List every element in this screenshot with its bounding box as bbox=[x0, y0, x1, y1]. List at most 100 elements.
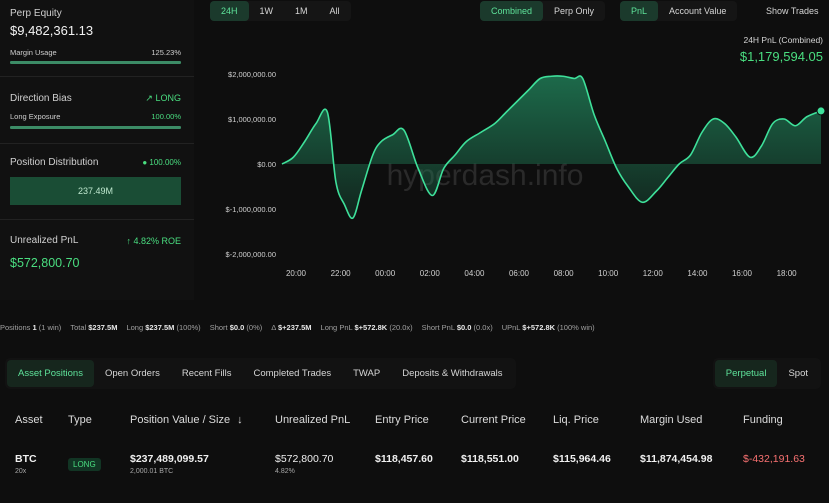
row-entry-price: $118,457.60 bbox=[375, 453, 433, 465]
tab-recent-fills[interactable]: Recent Fills bbox=[171, 360, 243, 387]
short-pct: (0%) bbox=[246, 323, 263, 332]
dot-icon: ● bbox=[142, 158, 148, 167]
col-position-value[interactable]: Position Value / Size ↓ bbox=[130, 414, 243, 426]
pnl-end-point[interactable] bbox=[816, 106, 826, 116]
short-pnl-value: $0.0 bbox=[456, 323, 472, 332]
long-pnl-x: (20.0x) bbox=[389, 323, 413, 332]
long-pct: (100%) bbox=[176, 323, 201, 332]
short-value: $0.0 bbox=[229, 323, 245, 332]
x-tick-label: 22:00 bbox=[331, 269, 352, 278]
distribution-bar: 237.49M bbox=[10, 177, 181, 205]
long-exposure-value: 100.00% bbox=[151, 112, 181, 121]
row-position-size: 2,000.01 BTC bbox=[130, 468, 174, 475]
row-asset[interactable]: BTC bbox=[15, 453, 37, 465]
col-unrealized-pnl[interactable]: Unrealized PnL bbox=[275, 414, 350, 426]
long-pnl-value: $+572.8K bbox=[354, 323, 388, 332]
y-tick-label: $1,000,000.00 bbox=[228, 115, 276, 124]
short-pnl-label: Short PnL bbox=[421, 323, 455, 332]
col-asset[interactable]: Asset bbox=[15, 414, 43, 426]
x-tick-label: 20:00 bbox=[286, 269, 307, 278]
x-tick-label: 18:00 bbox=[777, 269, 798, 278]
positions-count: 1 bbox=[32, 323, 37, 332]
long-pnl-label: Long PnL bbox=[320, 323, 353, 332]
pnl-chart-panel: 24H 1W 1M All Combined Perp Only PnL Acc… bbox=[200, 0, 829, 300]
long-exposure-bar bbox=[10, 126, 181, 129]
row-unrealized-pnl: $572,800.70 bbox=[275, 453, 334, 465]
x-tick-label: 10:00 bbox=[598, 269, 619, 278]
tab-twap[interactable]: TWAP bbox=[342, 360, 391, 387]
tab-completed-trades[interactable]: Completed Trades bbox=[243, 360, 343, 387]
row-type-badge: LONG bbox=[68, 458, 101, 471]
perp-equity: Perp Equity $9,482,361.13 bbox=[10, 8, 181, 38]
upnl-pct: (100% win) bbox=[557, 323, 595, 332]
unrealized-pnl-roe: 4.82% ROE bbox=[133, 235, 181, 246]
row-unrealized-pnl-pct: 4.82% bbox=[275, 468, 295, 475]
x-tick-label: 00:00 bbox=[375, 269, 396, 278]
perp-equity-value: $9,482,361.13 bbox=[10, 23, 94, 38]
margin-usage-value: 125.23% bbox=[151, 48, 181, 57]
tab-open-orders[interactable]: Open Orders bbox=[94, 360, 171, 387]
row-liq-price: $115,964.46 bbox=[553, 453, 611, 465]
stats-panel: Perp Equity $9,482,361.13 Margin Usage 1… bbox=[0, 0, 194, 300]
arrow-up-icon: ↑ bbox=[126, 235, 131, 246]
x-tick-label: 02:00 bbox=[420, 269, 441, 278]
unrealized-pnl-label: Unrealized PnL bbox=[10, 235, 79, 246]
col-type[interactable]: Type bbox=[68, 414, 92, 426]
x-tick-label: 14:00 bbox=[687, 269, 708, 278]
total-value: $237.5M bbox=[88, 323, 118, 332]
x-tick-label: 08:00 bbox=[554, 269, 575, 278]
position-distribution-value: 100.00% bbox=[149, 158, 181, 167]
market-tabs: Perpetual Spot bbox=[712, 358, 821, 389]
positions-summary: Positions 1 (1 win) Total $237.5M Long $… bbox=[0, 323, 829, 332]
total-label: Total bbox=[70, 323, 87, 332]
col-liq-price[interactable]: Liq. Price bbox=[553, 414, 599, 426]
long-label: Long bbox=[126, 323, 144, 332]
tab-spot[interactable]: Spot bbox=[777, 360, 819, 387]
x-tick-label: 04:00 bbox=[464, 269, 485, 278]
x-tick-label: 06:00 bbox=[509, 269, 530, 278]
y-tick-label: $2,000,000.00 bbox=[228, 70, 276, 79]
col-funding[interactable]: Funding bbox=[743, 414, 783, 426]
position-distribution: Position Distribution ● 100.00% 237.49M bbox=[10, 157, 181, 205]
row-funding: $-432,191.63 bbox=[743, 453, 805, 465]
positions-win: (1 win) bbox=[38, 323, 62, 332]
col-margin-used[interactable]: Margin Used bbox=[640, 414, 702, 426]
position-distribution-label: Position Distribution bbox=[10, 157, 99, 168]
direction-bias: Direction Bias ↗ LONG bbox=[10, 93, 181, 104]
long-exposure-label: Long Exposure bbox=[10, 112, 61, 121]
y-tick-label: $-1,000,000.00 bbox=[226, 205, 276, 214]
tab-deposits-withdrawals[interactable]: Deposits & Withdrawals bbox=[391, 360, 513, 387]
sort-down-icon: ↓ bbox=[237, 414, 243, 426]
direction-bias-value: LONG bbox=[155, 93, 181, 103]
short-label: Short bbox=[209, 323, 228, 332]
perp-equity-label: Perp Equity bbox=[10, 8, 62, 19]
x-tick-label: 12:00 bbox=[643, 269, 664, 278]
pnl-area-chart: hyperdash.info $2,000,000.00$1,000,000.0… bbox=[226, 70, 826, 278]
x-tick-label: 16:00 bbox=[732, 269, 753, 278]
row-current-price: $118,551.00 bbox=[461, 453, 519, 465]
delta-icon: Δ bbox=[271, 323, 276, 332]
col-entry-price[interactable]: Entry Price bbox=[375, 414, 429, 426]
delta-value: $+237.5M bbox=[277, 323, 312, 332]
margin-usage-bar bbox=[10, 61, 181, 64]
row-position-value: $237,489,099.57 bbox=[130, 453, 209, 465]
positions-label: Positions bbox=[0, 323, 31, 332]
long-exposure: Long Exposure 100.00% bbox=[10, 112, 181, 129]
tab-asset-positions[interactable]: Asset Positions bbox=[7, 360, 94, 387]
unrealized-pnl: Unrealized PnL ↑ 4.82% ROE $572,800.70 bbox=[10, 235, 181, 270]
row-margin-used: $11,874,454.98 bbox=[640, 453, 713, 465]
direction-bias-label: Direction Bias bbox=[10, 93, 72, 104]
positions-tabs: Asset Positions Open Orders Recent Fills… bbox=[5, 358, 516, 389]
upnl-value: $+572.8K bbox=[522, 323, 556, 332]
col-current-price[interactable]: Current Price bbox=[461, 414, 526, 426]
long-value: $237.5M bbox=[145, 323, 175, 332]
margin-usage-label: Margin Usage bbox=[10, 48, 57, 57]
y-tick-label: $-2,000,000.00 bbox=[226, 250, 276, 259]
short-pnl-x: (0.0x) bbox=[473, 323, 493, 332]
tab-perpetual[interactable]: Perpetual bbox=[714, 360, 778, 387]
row-leverage: 20x bbox=[15, 468, 27, 475]
margin-usage: Margin Usage 125.23% bbox=[10, 48, 181, 64]
y-tick-label: $0.00 bbox=[257, 160, 276, 169]
col-position-value-label: Position Value / Size bbox=[130, 414, 231, 426]
upnl-label: UPnL bbox=[501, 323, 521, 332]
